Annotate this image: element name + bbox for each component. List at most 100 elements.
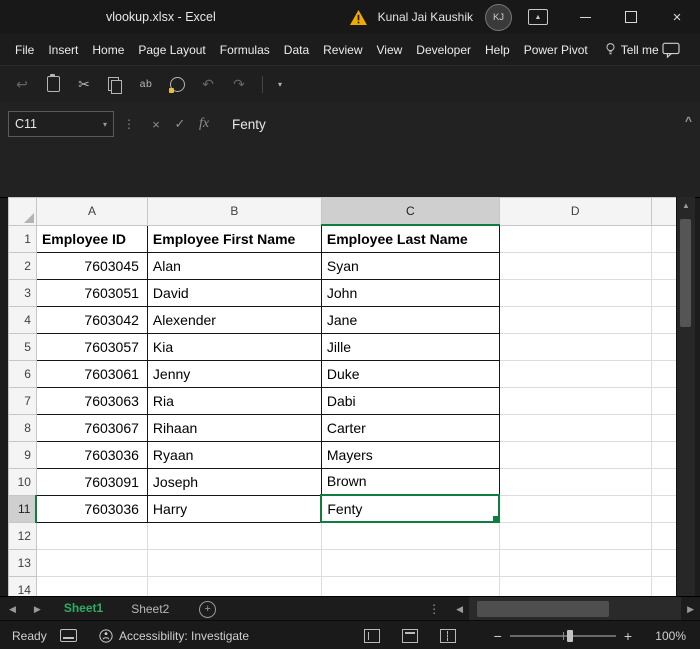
cell-B14[interactable] bbox=[147, 576, 321, 596]
cell-B5[interactable]: Kia bbox=[147, 333, 321, 360]
enter-entry-icon[interactable]: ✓ bbox=[168, 116, 192, 132]
cancel-entry-icon[interactable]: × bbox=[144, 117, 168, 132]
cell-C1[interactable]: Employee Last Name bbox=[321, 225, 499, 252]
cell-D7[interactable] bbox=[499, 387, 651, 414]
cell-A3[interactable]: 7603051 bbox=[36, 279, 147, 306]
cell-A11[interactable]: 7603036 bbox=[36, 495, 147, 522]
horizontal-scrollbar-track[interactable] bbox=[469, 597, 681, 621]
menu-tab-home[interactable]: Home bbox=[85, 34, 131, 65]
menu-tab-formulas[interactable]: Formulas bbox=[213, 34, 277, 65]
select-all-corner[interactable] bbox=[9, 198, 37, 226]
cell-C8[interactable]: Carter bbox=[321, 414, 499, 441]
tab-bar-dots-icon[interactable]: ⋮ bbox=[428, 602, 440, 616]
cell-A6[interactable]: 7603061 bbox=[36, 360, 147, 387]
zoom-slider[interactable] bbox=[510, 635, 616, 637]
row-header-10[interactable]: 10 bbox=[9, 468, 37, 495]
cell-D14[interactable] bbox=[499, 576, 651, 596]
minimize-button[interactable] bbox=[562, 0, 608, 34]
menu-tab-developer[interactable]: Developer bbox=[409, 34, 478, 65]
row-header-9[interactable]: 9 bbox=[9, 441, 37, 468]
horizontal-scrollbar-thumb[interactable] bbox=[477, 601, 609, 617]
macro-record-icon[interactable] bbox=[60, 629, 77, 642]
row-header-5[interactable]: 5 bbox=[9, 333, 37, 360]
row-header-6[interactable]: 6 bbox=[9, 360, 37, 387]
zoom-in-button[interactable]: + bbox=[624, 628, 632, 644]
copy-icon[interactable] bbox=[107, 77, 123, 91]
cut-icon[interactable]: ✂ bbox=[76, 76, 92, 93]
warning-icon[interactable] bbox=[349, 9, 368, 26]
menu-tab-insert[interactable]: Insert bbox=[41, 34, 85, 65]
tell-me[interactable]: Tell me bbox=[605, 42, 659, 57]
zoom-slider-thumb[interactable] bbox=[567, 630, 573, 642]
vertical-scrollbar-thumb[interactable] bbox=[680, 219, 691, 327]
cell-A5[interactable]: 7603057 bbox=[36, 333, 147, 360]
cell-B6[interactable]: Jenny bbox=[147, 360, 321, 387]
spelling-icon[interactable]: ab bbox=[138, 78, 154, 90]
menu-tab-page-layout[interactable]: Page Layout bbox=[131, 34, 212, 65]
cell-D5[interactable] bbox=[499, 333, 651, 360]
avatar[interactable]: KJ bbox=[485, 4, 512, 31]
cell-A14[interactable] bbox=[36, 576, 147, 596]
vertical-scrollbar[interactable]: ▲ bbox=[676, 197, 695, 596]
comments-button[interactable] bbox=[662, 42, 680, 58]
cell-D3[interactable] bbox=[499, 279, 651, 306]
cell-C12[interactable] bbox=[321, 522, 499, 549]
cell-D12[interactable] bbox=[499, 522, 651, 549]
column-header-a[interactable]: A bbox=[36, 198, 147, 226]
sheet-tab-sheet1[interactable]: Sheet1 bbox=[50, 596, 117, 622]
cell-C9[interactable]: Mayers bbox=[321, 441, 499, 468]
cell-D1[interactable] bbox=[499, 225, 651, 252]
cell-D2[interactable] bbox=[499, 252, 651, 279]
cell-A4[interactable]: 7603042 bbox=[36, 306, 147, 333]
menu-tab-power-pivot[interactable]: Power Pivot bbox=[517, 34, 595, 65]
cell-A9[interactable]: 7603036 bbox=[36, 441, 147, 468]
name-box[interactable]: C11 ▾ bbox=[8, 111, 114, 137]
customize-toolbar-icon[interactable]: ▾ bbox=[278, 80, 282, 89]
menu-tab-data[interactable]: Data bbox=[277, 34, 316, 65]
menu-tab-file[interactable]: File bbox=[8, 34, 41, 65]
cell-D9[interactable] bbox=[499, 441, 651, 468]
cell-A13[interactable] bbox=[36, 549, 147, 576]
name-box-caret-icon[interactable]: ▾ bbox=[103, 120, 107, 129]
ribbon-display-options-icon[interactable]: ▲ bbox=[528, 9, 548, 25]
cell-C7[interactable]: Dabi bbox=[321, 387, 499, 414]
row-header-3[interactable]: 3 bbox=[9, 279, 37, 306]
page-break-view-icon[interactable] bbox=[440, 629, 456, 643]
row-header-8[interactable]: 8 bbox=[9, 414, 37, 441]
cell-D10[interactable] bbox=[499, 468, 651, 495]
cell-B11[interactable]: Harry bbox=[147, 495, 321, 522]
cell-B10[interactable]: Joseph bbox=[147, 468, 321, 495]
zoom-level[interactable]: 100% bbox=[644, 629, 700, 643]
row-header-13[interactable]: 13 bbox=[9, 549, 37, 576]
cell-B13[interactable] bbox=[147, 549, 321, 576]
row-header-4[interactable]: 4 bbox=[9, 306, 37, 333]
cell-C2[interactable]: Syan bbox=[321, 252, 499, 279]
page-layout-view-icon[interactable] bbox=[402, 629, 418, 643]
cell-D6[interactable] bbox=[499, 360, 651, 387]
cell-A1[interactable]: Employee ID bbox=[36, 225, 147, 252]
collapse-formula-bar-icon[interactable]: ^ bbox=[685, 114, 692, 128]
column-header-b[interactable]: B bbox=[147, 198, 321, 226]
cell-D4[interactable] bbox=[499, 306, 651, 333]
cell-B1[interactable]: Employee First Name bbox=[147, 225, 321, 252]
undo-icon[interactable]: ↶ bbox=[200, 76, 216, 93]
cell-B9[interactable]: Ryaan bbox=[147, 441, 321, 468]
cell-D8[interactable] bbox=[499, 414, 651, 441]
cell-B8[interactable]: Rihaan bbox=[147, 414, 321, 441]
cell-A7[interactable]: 7603063 bbox=[36, 387, 147, 414]
row-header-11[interactable]: 11 bbox=[9, 495, 37, 522]
menu-tab-review[interactable]: Review bbox=[316, 34, 369, 65]
scroll-right-icon[interactable]: ▶ bbox=[681, 604, 700, 615]
cell-C3[interactable]: John bbox=[321, 279, 499, 306]
cell-C4[interactable]: Jane bbox=[321, 306, 499, 333]
scroll-left-icon[interactable]: ◀ bbox=[450, 604, 469, 615]
sheet-nav-right-icon[interactable]: ▶ bbox=[25, 604, 50, 615]
cell-A8[interactable]: 7603067 bbox=[36, 414, 147, 441]
row-header-2[interactable]: 2 bbox=[9, 252, 37, 279]
cell-A2[interactable]: 7603045 bbox=[36, 252, 147, 279]
cell-B4[interactable]: Alexender bbox=[147, 306, 321, 333]
zoom-out-button[interactable]: − bbox=[494, 628, 502, 644]
cell-A10[interactable]: 7603091 bbox=[36, 468, 147, 495]
cell-B2[interactable]: Alan bbox=[147, 252, 321, 279]
cell-D13[interactable] bbox=[499, 549, 651, 576]
